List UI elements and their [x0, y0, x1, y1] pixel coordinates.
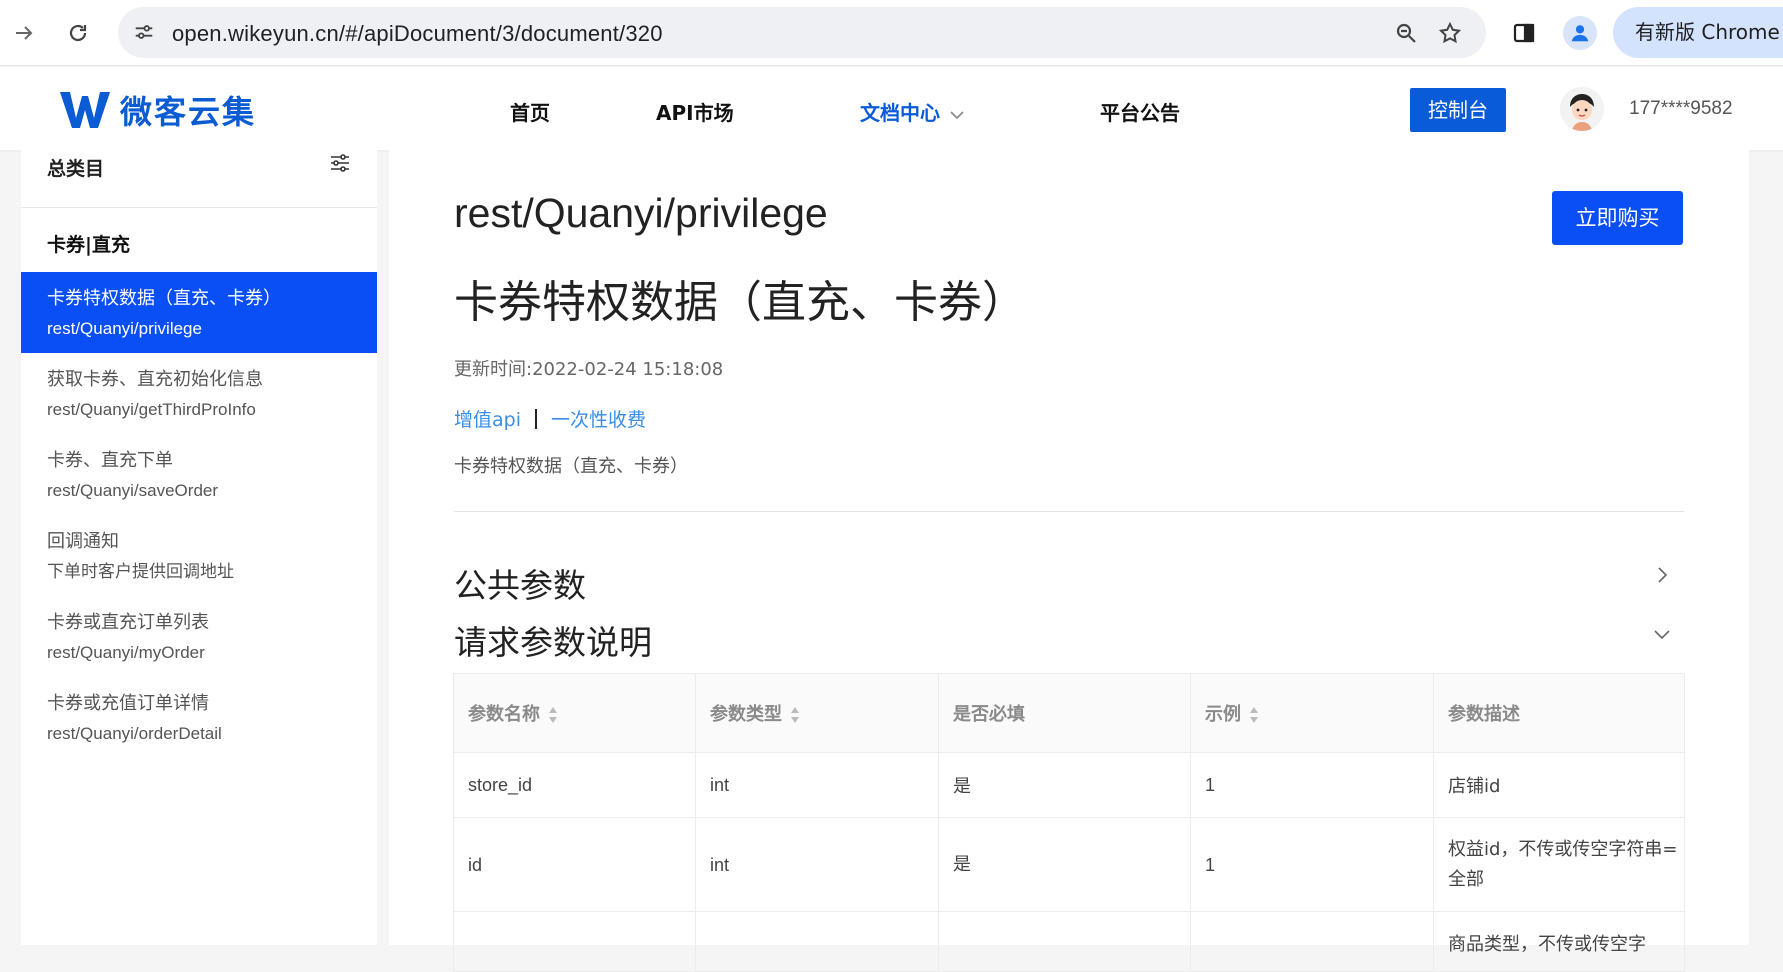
reload-icon[interactable]	[60, 15, 96, 51]
sidebar-item-path: 下单时客户提供回调地址	[47, 562, 234, 581]
api-path: rest/Quanyi/privilege	[454, 190, 828, 236]
nav-docs[interactable]: 文档中心	[860, 97, 964, 126]
sidebar-item-path: rest/Quanyi/myOrder	[47, 643, 205, 662]
cell-example	[1190, 911, 1434, 972]
doc-description: 卡券特权数据（直充、卡券）	[454, 456, 688, 477]
sidebar-item-path: rest/Quanyi/saveOrder	[47, 481, 219, 500]
divider	[454, 511, 1684, 512]
sidebar-item-path: rest/Quanyi/getThirdProInfo	[47, 400, 256, 419]
site-info-icon[interactable]	[130, 18, 158, 46]
table-row: id int 是 1 权益id，不传或传空字符串=全部	[453, 817, 1685, 912]
sort-icon[interactable]	[790, 706, 800, 724]
updated-time: 更新时间:2022-02-24 15:18:08	[454, 359, 724, 380]
cell-name: id	[453, 817, 696, 912]
logo-text: 微客云集	[120, 93, 257, 131]
tag-separator	[534, 408, 537, 429]
buy-now-button[interactable]: 立即购买	[1552, 191, 1683, 245]
cell-description: 商品类型，不传或传空字	[1433, 911, 1685, 972]
cell-required: 是	[938, 817, 1191, 912]
forward-icon[interactable]	[6, 15, 42, 51]
sidebar-item-title: 卡券或直充订单列表	[47, 612, 209, 633]
logo[interactable]: 微客云集	[58, 87, 256, 133]
sidebar-item-my-order[interactable]: 卡券或直充订单列表 rest/Quanyi/myOrder	[21, 596, 377, 677]
sidebar-item-title: 获取卡券、直充初始化信息	[47, 369, 263, 390]
col-header-type[interactable]: 参数类型	[695, 673, 939, 753]
sidebar-item-save-order[interactable]: 卡券、直充下单 rest/Quanyi/saveOrder	[21, 434, 377, 515]
chevron-right-icon[interactable]	[1652, 565, 1672, 585]
sidebar-item-path: rest/Quanyi/privilege	[47, 319, 202, 338]
sidebar-item-path: rest/Quanyi/orderDetail	[47, 724, 222, 743]
sort-icon[interactable]	[1249, 706, 1259, 724]
chevron-down-icon[interactable]	[1652, 624, 1672, 644]
section-public-params[interactable]: 公共参数	[454, 559, 586, 607]
cell-type: int	[695, 752, 939, 818]
nav-docs-label: 文档中心	[860, 101, 940, 125]
tag-value-added-api[interactable]: 增值api	[454, 405, 521, 432]
sidebar-category-label: 卡券|直充	[47, 234, 130, 256]
sidebar-item-get-third-pro-info[interactable]: 获取卡券、直充初始化信息 rest/Quanyi/getThirdProInfo	[21, 353, 377, 434]
col-header-description: 参数描述	[1433, 673, 1685, 753]
avatar[interactable]	[1560, 87, 1604, 131]
sidebar-title: 总类目	[47, 158, 105, 180]
col-header-type-label: 参数类型	[710, 704, 782, 725]
cell-type	[695, 911, 939, 972]
sidebar-item-callback[interactable]: 回调通知 下单时客户提供回调地址	[21, 515, 377, 596]
sidebar-item-privilege[interactable]: 卡券特权数据（直充、卡券） rest/Quanyi/privilege	[21, 272, 377, 353]
filter-icon[interactable]	[329, 152, 351, 174]
col-header-name-label: 参数名称	[468, 704, 540, 725]
console-button[interactable]: 控制台	[1410, 88, 1506, 132]
chevron-down-icon	[950, 105, 964, 124]
cell-example: 1	[1190, 752, 1434, 818]
zoom-icon[interactable]	[1392, 19, 1420, 47]
col-header-example-label: 示例	[1205, 704, 1241, 725]
bookmark-star-icon[interactable]	[1436, 19, 1464, 47]
tag-list: 增值api 一次性收费	[454, 405, 646, 432]
col-header-required: 是否必填	[938, 673, 1191, 753]
sidebar-item-title: 卡券或充值订单详情	[47, 693, 209, 714]
side-panel-icon[interactable]	[1508, 17, 1540, 49]
table-row: store_id int 是 1 店铺id	[453, 752, 1685, 818]
table-row: 商品类型，不传或传空字	[453, 911, 1685, 972]
site-header: 微客云集 首页 API市场 文档中心 平台公告 控制台 177****9582	[0, 67, 1783, 150]
cell-description: 权益id，不传或传空字符串=全部	[1433, 817, 1685, 912]
cell-name	[453, 911, 696, 972]
url-text[interactable]: open.wikeyun.cn/#/apiDocument/3/document…	[172, 21, 663, 47]
section-request-params[interactable]: 请求参数说明	[454, 616, 652, 664]
cell-description: 店铺id	[1433, 752, 1685, 818]
sort-icon[interactable]	[548, 706, 558, 724]
col-header-name[interactable]: 参数名称	[453, 673, 696, 753]
tag-one-time-fee[interactable]: 一次性收费	[551, 405, 646, 432]
page-title: 卡券特权数据（直充、卡券）	[454, 277, 1026, 328]
table-header-row: 参数名称 参数类型 是否必填 示例 参数描述	[453, 673, 1685, 753]
cell-required	[938, 911, 1191, 972]
nav-api-market[interactable]: API市场	[656, 97, 734, 126]
nav-home[interactable]: 首页	[510, 97, 550, 126]
cell-name: store_id	[453, 752, 696, 818]
profile-icon[interactable]	[1563, 16, 1597, 50]
col-header-example[interactable]: 示例	[1190, 673, 1434, 753]
sidebar-item-order-detail[interactable]: 卡券或充值订单详情 rest/Quanyi/orderDetail	[21, 677, 377, 758]
request-params-table: 参数名称 参数类型 是否必填 示例 参数描述 store_id int 是 1 …	[453, 673, 1685, 972]
sidebar-header: 总类目	[21, 150, 377, 208]
sidebar-item-title: 回调通知	[47, 531, 119, 552]
cell-example: 1	[1190, 817, 1434, 912]
cell-required: 是	[938, 752, 1191, 818]
logo-mark-icon	[60, 92, 110, 128]
sidebar-item-title: 卡券、直充下单	[47, 450, 173, 471]
document-panel: rest/Quanyi/privilege 卡券特权数据（直充、卡券） 立即购买…	[389, 150, 1749, 972]
chrome-update-button[interactable]: 有新版 Chrome 可用	[1613, 7, 1783, 58]
sidebar: 总类目 卡券|直充 卡券特权数据（直充、卡券） rest/Quanyi/priv…	[21, 150, 377, 945]
sidebar-category[interactable]: 卡券|直充	[21, 208, 377, 272]
browser-toolbar: open.wikeyun.cn/#/apiDocument/3/document…	[0, 0, 1783, 66]
cell-type: int	[695, 817, 939, 912]
nav-announcements[interactable]: 平台公告	[1100, 97, 1180, 126]
address-bar[interactable]: open.wikeyun.cn/#/apiDocument/3/document…	[118, 7, 1486, 58]
username[interactable]: 177****9582	[1629, 98, 1733, 120]
sidebar-item-title: 卡券特权数据（直充、卡券）	[47, 288, 281, 309]
